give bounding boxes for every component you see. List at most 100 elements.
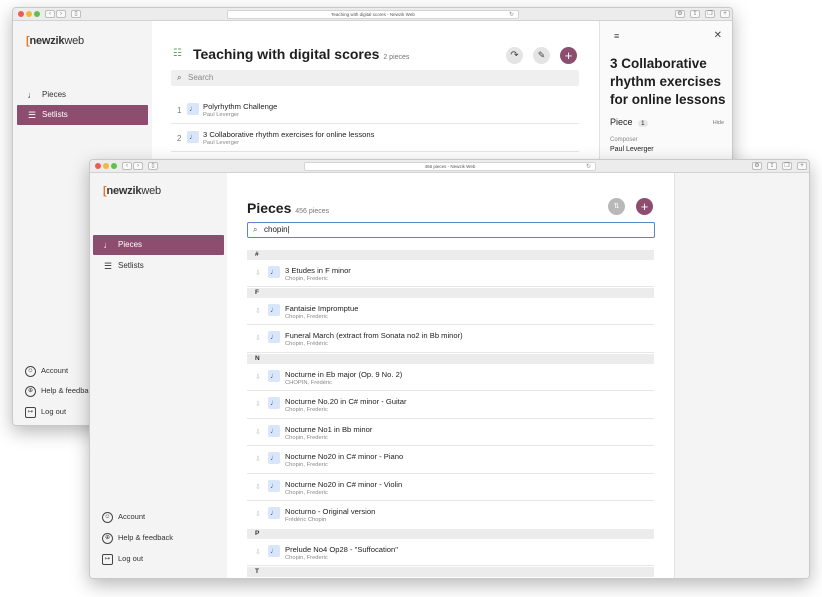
score-icon: ♩ [268,480,280,492]
settings-icon[interactable]: ⚙ [752,162,762,170]
list-item[interactable]: ⇩ ♩ Nocturne in Eb major (Op. 9 No. 2) C… [247,364,654,391]
minimize-window-button[interactable] [103,163,109,169]
piece-composer: Chopin, Frederic [285,314,328,320]
list-item[interactable]: ⇩ ♩ Nocturno - Original version Frédéric… [247,501,654,528]
sort-button[interactable]: ⇅ [608,198,625,215]
list-item[interactable]: ⇩ ♩ Funeral March (extract from Sonata n… [247,325,654,353]
tabs-icon[interactable]: ❐ [705,10,715,18]
piece-title: Prelude No4 Op28 - "Suffocation" [285,545,398,554]
page-title: Teaching with digital scores 2 pieces [193,46,410,62]
logout-link[interactable]: ↦ Log out [25,405,66,419]
sidebar-item-label: Pieces [118,240,143,249]
list-item[interactable]: ⇩ ♩ Prelude No4 Op28 - "Suffocation" Cho… [247,539,654,566]
zoom-window-button[interactable] [111,163,117,169]
add-button[interactable]: + [636,198,653,215]
reload-icon[interactable]: ↻ [586,163,591,171]
score-icon: ♩ [268,507,280,519]
piece-count: 2 pieces [383,54,410,61]
score-icon: ♩ [268,425,280,437]
piece-title: 3 Collaborative rhythm exercises for onl… [203,130,375,139]
piece-composer: Chopin, Frederic [285,276,328,282]
close-icon[interactable]: ✕ [714,30,722,41]
sidebar: [newzikweb ♩ Pieces ☰ Setlists ☺ Account … [90,173,227,578]
edit-button[interactable]: ✎ [533,47,550,64]
drag-handle-icon[interactable]: ⇩ [255,334,261,342]
score-icon: ♩ [187,131,199,143]
drag-handle-icon[interactable]: ⇩ [255,269,261,277]
search-value: chopin [264,225,288,234]
close-window-button[interactable] [18,11,24,17]
url-text: 456 pieces - Newzik Web [424,164,476,169]
url-bar[interactable]: 456 pieces - Newzik Web ↻ [304,162,596,171]
piece-title: Funeral March (extract from Sonata no2 i… [285,331,463,340]
share-icon[interactable]: ⇪ [690,10,700,18]
list-item[interactable]: ⇩ ♩ Fantaisie Impromptue Chopin, Frederi… [247,298,654,325]
new-tab-icon[interactable]: + [797,162,807,170]
account-link[interactable]: ☺ Account [25,364,68,378]
sidebar-item-label: Setlists [118,261,144,270]
url-bar[interactable]: Teaching with digital scores - Newzik We… [227,10,519,19]
search-placeholder: Search [188,73,214,82]
hide-link[interactable]: Hide [713,120,724,126]
search-input[interactable]: ⌕ Search [171,70,579,86]
zoom-window-button[interactable] [34,11,40,17]
sidebar-toggle-icon[interactable]: ▯ [71,10,81,18]
menu-icon[interactable]: ≡ [614,31,619,41]
search-input[interactable]: ⌕ chopin| [247,222,655,238]
front-window-titlebar: ‹ › ▯ 456 pieces - Newzik Web ↻ ⚙ ⇪ ❐ + [90,160,809,173]
drag-handle-icon[interactable]: ⇩ [255,548,261,556]
piece-composer: Chopin, Frederic [285,490,328,496]
piece-composer: CHOPIN, Frédéric [285,380,333,386]
forward-nav-button[interactable]: › [133,162,143,170]
sidebar-item-setlists[interactable]: ☰ Setlists [93,256,224,276]
drag-handle-icon[interactable]: ⇩ [255,483,261,491]
back-window-titlebar: ‹ › ▯ Teaching with digital scores - New… [13,8,732,21]
sidebar-item-label: Setlists [42,110,68,119]
drag-handle-icon[interactable]: ⇩ [255,510,261,518]
add-button[interactable]: + [560,47,577,64]
list-item[interactable]: ⇩ ♩ Nocturne No20 in C# minor - Violin C… [247,474,654,501]
list-item[interactable]: ⇩ ♩ Nocturne No.20 in C# minor - Guitar … [247,391,654,419]
sidebar-item-pieces[interactable]: ♩ Pieces [93,235,224,255]
settings-icon[interactable]: ⚙ [675,10,685,18]
piece-composer: Chopin, Frederic [285,462,328,468]
panel-section-header: Piece 1 [610,117,648,127]
back-nav-button[interactable]: ‹ [122,162,132,170]
list-item[interactable]: ⇩ ♩ 3 Etudes in F minor Chopin, Frederic [247,260,654,287]
share-icon[interactable]: ⇪ [767,162,777,170]
account-link[interactable]: ☺ Account [102,510,145,524]
list-item[interactable]: ⇩ ♩ Nocturne No20 in C# minor - Piano Ch… [247,446,654,474]
back-nav-button[interactable]: ‹ [45,10,55,18]
list-icon: ☰ [27,110,37,120]
composer-value: Paul Leverger [610,146,654,153]
drag-handle-icon[interactable]: ⇩ [255,373,261,381]
forward-nav-button[interactable]: › [56,10,66,18]
sidebar-item-label: Pieces [42,90,67,99]
piece-title: Nocturne No20 in C# minor - Violin [285,480,403,489]
close-window-button[interactable] [95,163,101,169]
score-icon: ♩ [268,545,280,557]
newzik-logo: [newzikweb [26,35,84,47]
help-icon: ⊕ [102,532,113,544]
reload-icon[interactable]: ↻ [509,11,514,19]
minimize-window-button[interactable] [26,11,32,17]
piece-composer: Chopin, Frédéric [285,341,328,347]
help-feedback-link[interactable]: ⊕ Help & feedback [102,531,173,545]
sidebar-toggle-icon[interactable]: ▯ [148,162,158,170]
tabs-icon[interactable]: ❐ [782,162,792,170]
search-icon: ⌕ [177,73,182,82]
drag-handle-icon[interactable]: ⇩ [255,455,261,463]
help-feedback-link[interactable]: ⊕ Help & feedback [25,384,96,398]
new-tab-icon[interactable]: + [720,10,730,18]
sidebar-item-pieces[interactable]: ♩ Pieces [17,85,148,105]
logout-link[interactable]: ↦ Log out [102,552,143,566]
list-item[interactable]: 1 ♩ Polyrhythm Challenge Paul Leverger [171,96,579,124]
list-item[interactable]: 2 ♩ 3 Collaborative rhythm exercises for… [171,124,579,152]
drag-handle-icon[interactable]: ⇩ [255,307,261,315]
drag-handle-icon[interactable]: ⇩ [255,428,261,436]
drag-handle-icon[interactable]: ⇩ [255,400,261,408]
piece-title: Fantaisie Impromptue [285,304,359,313]
sidebar-item-setlists[interactable]: ☰ Setlists [17,105,148,125]
list-item[interactable]: ⇩ ♩ Nocturne No1 in Bb minor Chopin, Fre… [247,419,654,446]
share-button[interactable]: ↷ [506,47,523,64]
